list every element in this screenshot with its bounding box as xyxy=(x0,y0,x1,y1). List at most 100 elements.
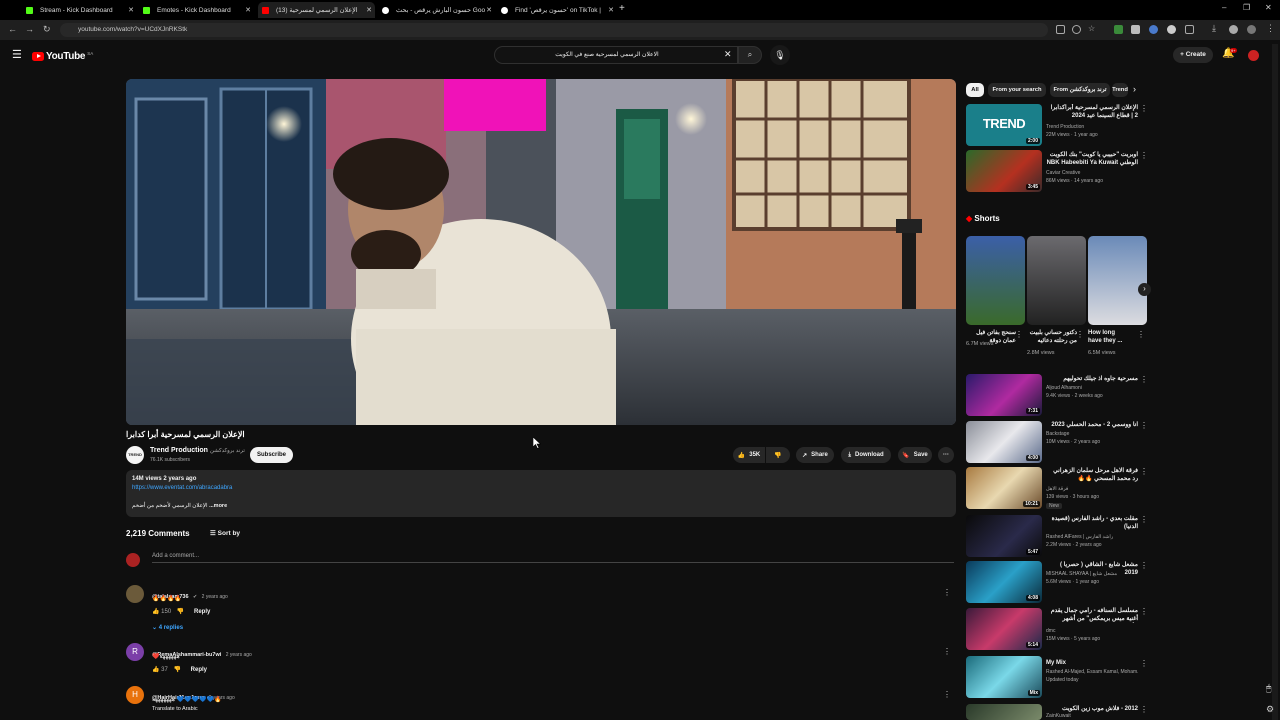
download-button[interactable]: ⤓ Download xyxy=(841,447,891,463)
hamburger-menu-icon[interactable]: ☰ xyxy=(12,48,22,61)
video-title[interactable]: My Mix xyxy=(1046,659,1138,667)
video-channel[interactable]: Caviar Creative xyxy=(1046,170,1138,177)
reply-button[interactable]: Reply xyxy=(194,609,210,615)
search-input[interactable]: الاعلان الرسمي لمسرحية صنع في الكويت xyxy=(494,46,738,64)
bookmark-star-icon[interactable]: ☆ xyxy=(1088,24,1095,33)
video-channel[interactable]: Rashed Al-Majed, Essam Kamal, Moham... xyxy=(1046,669,1138,676)
show-more-link[interactable]: ...more xyxy=(209,503,227,509)
more-actions-button[interactable]: ··· xyxy=(938,447,954,463)
video-channel[interactable]: Trend Production xyxy=(1046,124,1138,131)
like-button[interactable]: 👍 35K xyxy=(733,447,765,463)
view-replies-button[interactable]: ⌄ 4 replies xyxy=(152,624,183,631)
video-menu-icon[interactable]: ⋮ xyxy=(1140,421,1148,430)
video-menu-icon[interactable]: ⋮ xyxy=(1140,467,1148,476)
maximize-icon[interactable]: ❐ xyxy=(1243,3,1250,12)
comment-menu-icon[interactable]: ⋮ xyxy=(943,690,951,699)
screen-cast-icon[interactable] xyxy=(1056,25,1065,34)
short-title[interactable]: How long have they ... xyxy=(1088,329,1130,345)
video-thumbnail[interactable]: 4:08 xyxy=(966,561,1042,603)
thumbs-up-icon[interactable]: 👍 xyxy=(152,667,159,673)
video-menu-icon[interactable]: ⋮ xyxy=(1140,104,1148,113)
video-menu-icon[interactable]: ⋮ xyxy=(1140,151,1148,160)
short-title[interactable]: دكتور حساني بلبيت من رحلته دعائيه xyxy=(1027,329,1077,345)
close-icon[interactable]: ✕ xyxy=(486,6,492,14)
video-channel[interactable]: ZainKuwait xyxy=(1046,713,1138,720)
video-title[interactable]: اوبريت "حبيبي يا كويت" بنك الكويت الوطني… xyxy=(1046,151,1138,167)
video-title[interactable]: مسرحية جاوه اذ جيلك تحوليهم xyxy=(1046,375,1138,383)
url-field[interactable]: youtube.com/watch?v=UCdXJnRKStk xyxy=(60,23,1048,37)
video-thumbnail[interactable]: 7:31 xyxy=(966,374,1042,416)
video-player[interactable] xyxy=(126,79,956,425)
extension-icon[interactable] xyxy=(1167,25,1176,34)
browser-tab[interactable]: Emotes - Kick Dashboard ✕ xyxy=(143,2,251,18)
zoom-icon[interactable] xyxy=(1072,25,1081,34)
comment-menu-icon[interactable]: ⋮ xyxy=(943,588,951,597)
clear-search-icon[interactable]: ✕ xyxy=(724,49,732,60)
video-title[interactable]: مقلت بعدي - راشد الفارس (قصيدة الدنيا) xyxy=(1046,515,1138,531)
description-link[interactable]: https://www.eventat.com/abracadabra xyxy=(132,485,232,491)
sort-by-button[interactable]: ☰ Sort by xyxy=(210,529,240,537)
chip-from-your-search[interactable]: From your search xyxy=(988,83,1046,97)
subscribe-button[interactable]: Subscribe xyxy=(250,447,293,463)
video-menu-icon[interactable]: ⋮ xyxy=(1140,375,1148,384)
video-menu-icon[interactable]: ⋮ xyxy=(1140,607,1148,616)
save-button[interactable]: 🔖 Save xyxy=(898,447,932,463)
thumbs-down-icon[interactable]: 👎 xyxy=(177,609,184,615)
video-thumbnail[interactable]: 5:14 xyxy=(966,608,1042,650)
video-title[interactable]: مسلسل السنافه - رامي جمال يقدم أغنية ميس… xyxy=(1046,607,1138,623)
chip-trend[interactable]: Trend xyxy=(1112,83,1128,97)
video-menu-icon[interactable]: ⋮ xyxy=(1140,515,1148,524)
comment-avatar[interactable]: R xyxy=(126,643,144,661)
close-icon[interactable]: ✕ xyxy=(128,6,134,14)
search-button[interactable]: ⌕ xyxy=(738,46,762,64)
video-title[interactable]: 2012 - فلاش موب زين الكويت xyxy=(1046,705,1138,713)
dislike-button[interactable]: 👎 xyxy=(766,447,790,463)
settings-gear-icon[interactable]: ⚙ xyxy=(1266,704,1274,715)
thumbs-up-icon[interactable]: 👍 xyxy=(152,609,159,615)
profile-icon[interactable] xyxy=(1229,25,1238,34)
channel-name[interactable]: Trend Production ترند بروكدكشن xyxy=(150,447,245,454)
video-thumbnail[interactable]: 5:47 xyxy=(966,515,1042,557)
video-title[interactable]: انا ووسمي 2 - محمد الحسلي 2023 xyxy=(1046,421,1138,429)
forward-icon[interactable]: → xyxy=(25,24,34,34)
description-box[interactable]: 14M views 2 years ago https://www.eventa… xyxy=(126,470,956,517)
reload-icon[interactable]: ↻ xyxy=(43,24,51,35)
close-icon[interactable]: ✕ xyxy=(245,6,251,14)
video-channel[interactable]: MISHAAL SHAYAA | مشعل شايع xyxy=(1046,571,1138,578)
browser-tab[interactable]: Find 'حسون يرقص' on TikTok | ✕ xyxy=(501,2,614,18)
new-tab-icon[interactable]: + xyxy=(619,3,625,14)
browser-tab-active[interactable]: (13) الإعلان الرسمي لمسرحية ✕ xyxy=(258,2,375,18)
video-thumbnail[interactable]: Mix xyxy=(966,656,1042,698)
create-button[interactable]: + Create xyxy=(1173,47,1213,63)
short-thumbnail[interactable] xyxy=(966,236,1025,325)
thumbs-down-icon[interactable]: 👎 xyxy=(174,667,181,673)
account-avatar[interactable] xyxy=(1248,50,1259,61)
video-channel[interactable]: dmc xyxy=(1046,628,1138,635)
extension-icon[interactable] xyxy=(1149,25,1158,34)
comment-time[interactable]: 2 years ago xyxy=(202,594,228,600)
shorts-next-button[interactable]: › xyxy=(1138,283,1151,296)
chip-all[interactable]: All xyxy=(966,83,984,97)
comment-avatar[interactable]: H xyxy=(126,686,144,704)
download-icon[interactable]: ⤓ xyxy=(1212,23,1216,34)
close-icon[interactable]: ✕ xyxy=(366,6,372,14)
video-menu-icon[interactable]: ⋮ xyxy=(1140,561,1148,570)
youtube-logo[interactable]: YouTube SA xyxy=(32,51,93,62)
reply-button[interactable]: Reply xyxy=(191,667,207,673)
video-title[interactable]: الإعلان الرسمي لمسرحية أبراكدابرا 2 | قط… xyxy=(1046,104,1138,120)
browser-tab[interactable]: Stream - Kick Dashboard ✕ xyxy=(26,2,134,18)
extension-icon[interactable] xyxy=(1131,25,1140,34)
comment-avatar[interactable] xyxy=(126,585,144,603)
short-menu-icon[interactable]: ⋮ xyxy=(1076,330,1084,339)
video-thumbnail[interactable]: 10:21 xyxy=(966,467,1042,509)
back-icon[interactable]: ← xyxy=(8,24,17,34)
page-scrollbar[interactable] xyxy=(1272,44,1278,720)
video-menu-icon[interactable]: ⋮ xyxy=(1140,659,1148,668)
chip-from-channel[interactable]: From ترند بروكدكشن xyxy=(1050,83,1110,97)
video-menu-icon[interactable]: ⋮ xyxy=(1140,705,1148,714)
profile-avatar-icon[interactable] xyxy=(1247,25,1256,34)
chevron-right-icon[interactable]: › xyxy=(1133,84,1136,94)
close-window-icon[interactable]: ✕ xyxy=(1265,3,1272,12)
translate-link[interactable]: Translate to Arabic xyxy=(152,706,198,712)
close-icon[interactable]: ✕ xyxy=(608,6,614,14)
